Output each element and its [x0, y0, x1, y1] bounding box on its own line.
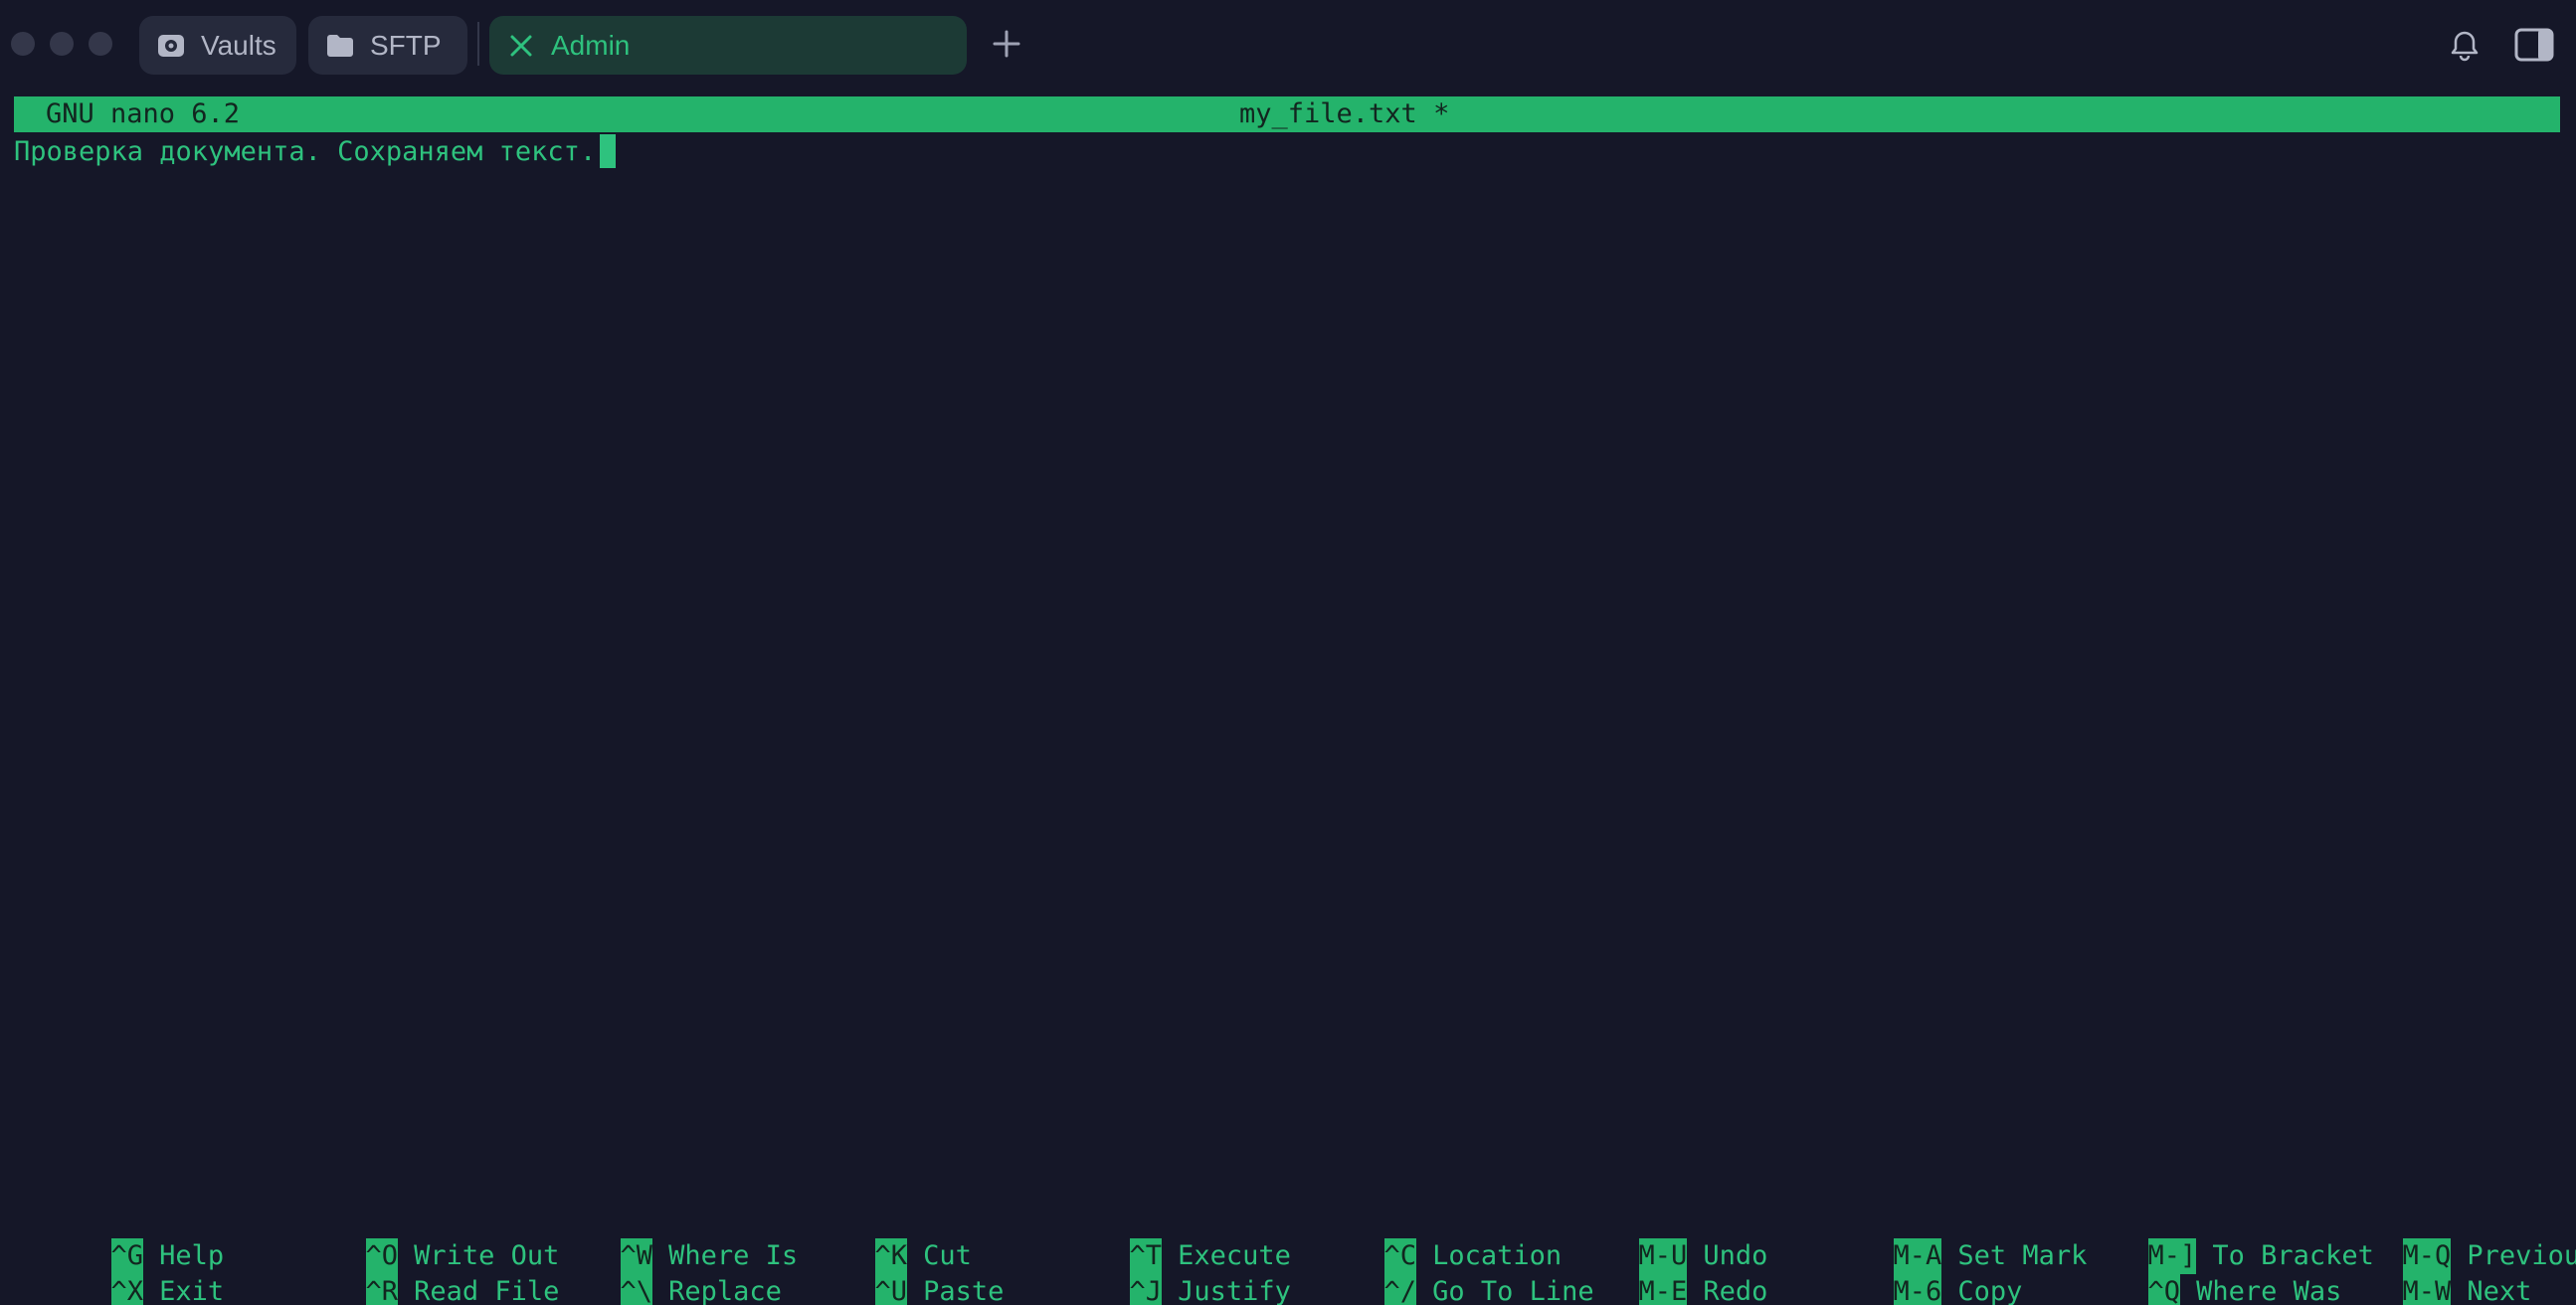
vault-icon — [153, 28, 189, 64]
shortcut-key: ^\ — [620, 1274, 653, 1305]
shortcut-write-out[interactable]: ^O Write Out — [269, 1203, 559, 1274]
editor-text[interactable]: Проверка документа. Сохраняем текст. — [14, 136, 596, 167]
minimize-window-button[interactable] — [50, 32, 74, 56]
maximize-window-button[interactable] — [89, 32, 112, 56]
shortcut-key: ^/ — [1383, 1274, 1417, 1305]
shortcut-undo[interactable]: M-U Undo — [1542, 1203, 1767, 1274]
folder-icon — [322, 28, 358, 64]
tab-sftp[interactable]: SFTP — [308, 16, 467, 75]
shortcut-key: ^U — [874, 1274, 908, 1305]
tab-label: Vaults — [201, 29, 276, 61]
plus-icon — [993, 30, 1020, 58]
shortcut-cut[interactable]: ^K Cut — [778, 1203, 972, 1274]
shortcut-location[interactable]: ^C Location — [1287, 1203, 1562, 1274]
shortcut-key: M-W — [2402, 1274, 2452, 1305]
tab-label: Admin — [551, 29, 631, 61]
title-bar: Vaults SFTP Admin — [0, 0, 2576, 92]
new-tab-button[interactable] — [987, 24, 1026, 64]
shortcut-key: ^J — [1129, 1274, 1163, 1305]
notifications-button[interactable] — [2447, 28, 2483, 64]
shortcut-key: M-E — [1638, 1274, 1688, 1305]
shortcut-execute[interactable]: ^T Execute — [1032, 1203, 1291, 1274]
shortcut-paste[interactable]: ^U Paste — [778, 1238, 1004, 1305]
shortcut-read-file[interactable]: ^R Read File — [269, 1238, 559, 1305]
shortcut-key: ^R — [365, 1274, 399, 1305]
shortcut-label: Paste — [923, 1276, 1005, 1305]
sidebar-toggle-icon — [2514, 28, 2554, 62]
tab-divider — [477, 22, 479, 66]
shortcut-justify[interactable]: ^J Justify — [1032, 1238, 1291, 1305]
shortcut-replace[interactable]: ^\ Replace — [523, 1238, 782, 1305]
shortcut-key: ^X — [110, 1274, 144, 1305]
shortcut-help[interactable]: ^G Help — [14, 1203, 224, 1274]
nano-version: GNU nano 6.2 — [46, 98, 241, 129]
close-icon[interactable] — [503, 28, 539, 64]
shortcut-label: Justify — [1178, 1276, 1291, 1305]
shortcut-key: M-6 — [1893, 1274, 1942, 1305]
shortcut-redo[interactable]: M-E Redo — [1542, 1238, 1767, 1305]
terminal-view[interactable]: GNU nano 6.2 my_file.txt * Проверка доку… — [14, 96, 2576, 1305]
close-window-button[interactable] — [11, 32, 35, 56]
tab-admin[interactable]: Admin — [489, 16, 967, 75]
tab-vaults[interactable]: Vaults — [139, 16, 296, 75]
shortcut-label: Redo — [1703, 1276, 1768, 1305]
nano-title-bar: GNU nano 6.2 my_file.txt * — [14, 96, 2560, 132]
nano-shortcut-bar: ^G Help ^O Write Out ^W Where Is ^K Cut ^T Ex… — [14, 1203, 2576, 1305]
shortcut-key: ^Q — [2147, 1274, 2181, 1305]
shortcut-set-mark[interactable]: M-A Set Mark — [1796, 1203, 2087, 1274]
editor-line[interactable]: Проверка документа. Сохраняем текст. — [14, 134, 617, 170]
shortcut-label: Next — [2467, 1276, 2532, 1305]
shortcut-exit[interactable]: ^X Exit — [14, 1238, 224, 1305]
shortcut-label: Exit — [159, 1276, 225, 1305]
shortcut-label: Copy — [1957, 1276, 2023, 1305]
tab-label: SFTP — [370, 29, 442, 61]
shortcut-where-was[interactable]: ^Q Where Was — [2051, 1238, 2341, 1305]
sidebar-toggle-button[interactable] — [2514, 28, 2554, 64]
text-cursor — [600, 134, 617, 168]
shortcut-next[interactable]: M-W Next — [2305, 1238, 2531, 1305]
shortcut-where-is[interactable]: ^W Where Is — [523, 1203, 798, 1274]
shortcut-previous[interactable]: M-QPrevious — [2305, 1203, 2576, 1274]
nano-filename: my_file.txt * — [1239, 98, 1450, 129]
shortcut-label: Replace — [668, 1276, 782, 1305]
shortcut-copy[interactable]: M-6 Copy — [1796, 1238, 2022, 1305]
bell-icon — [2451, 31, 2479, 62]
